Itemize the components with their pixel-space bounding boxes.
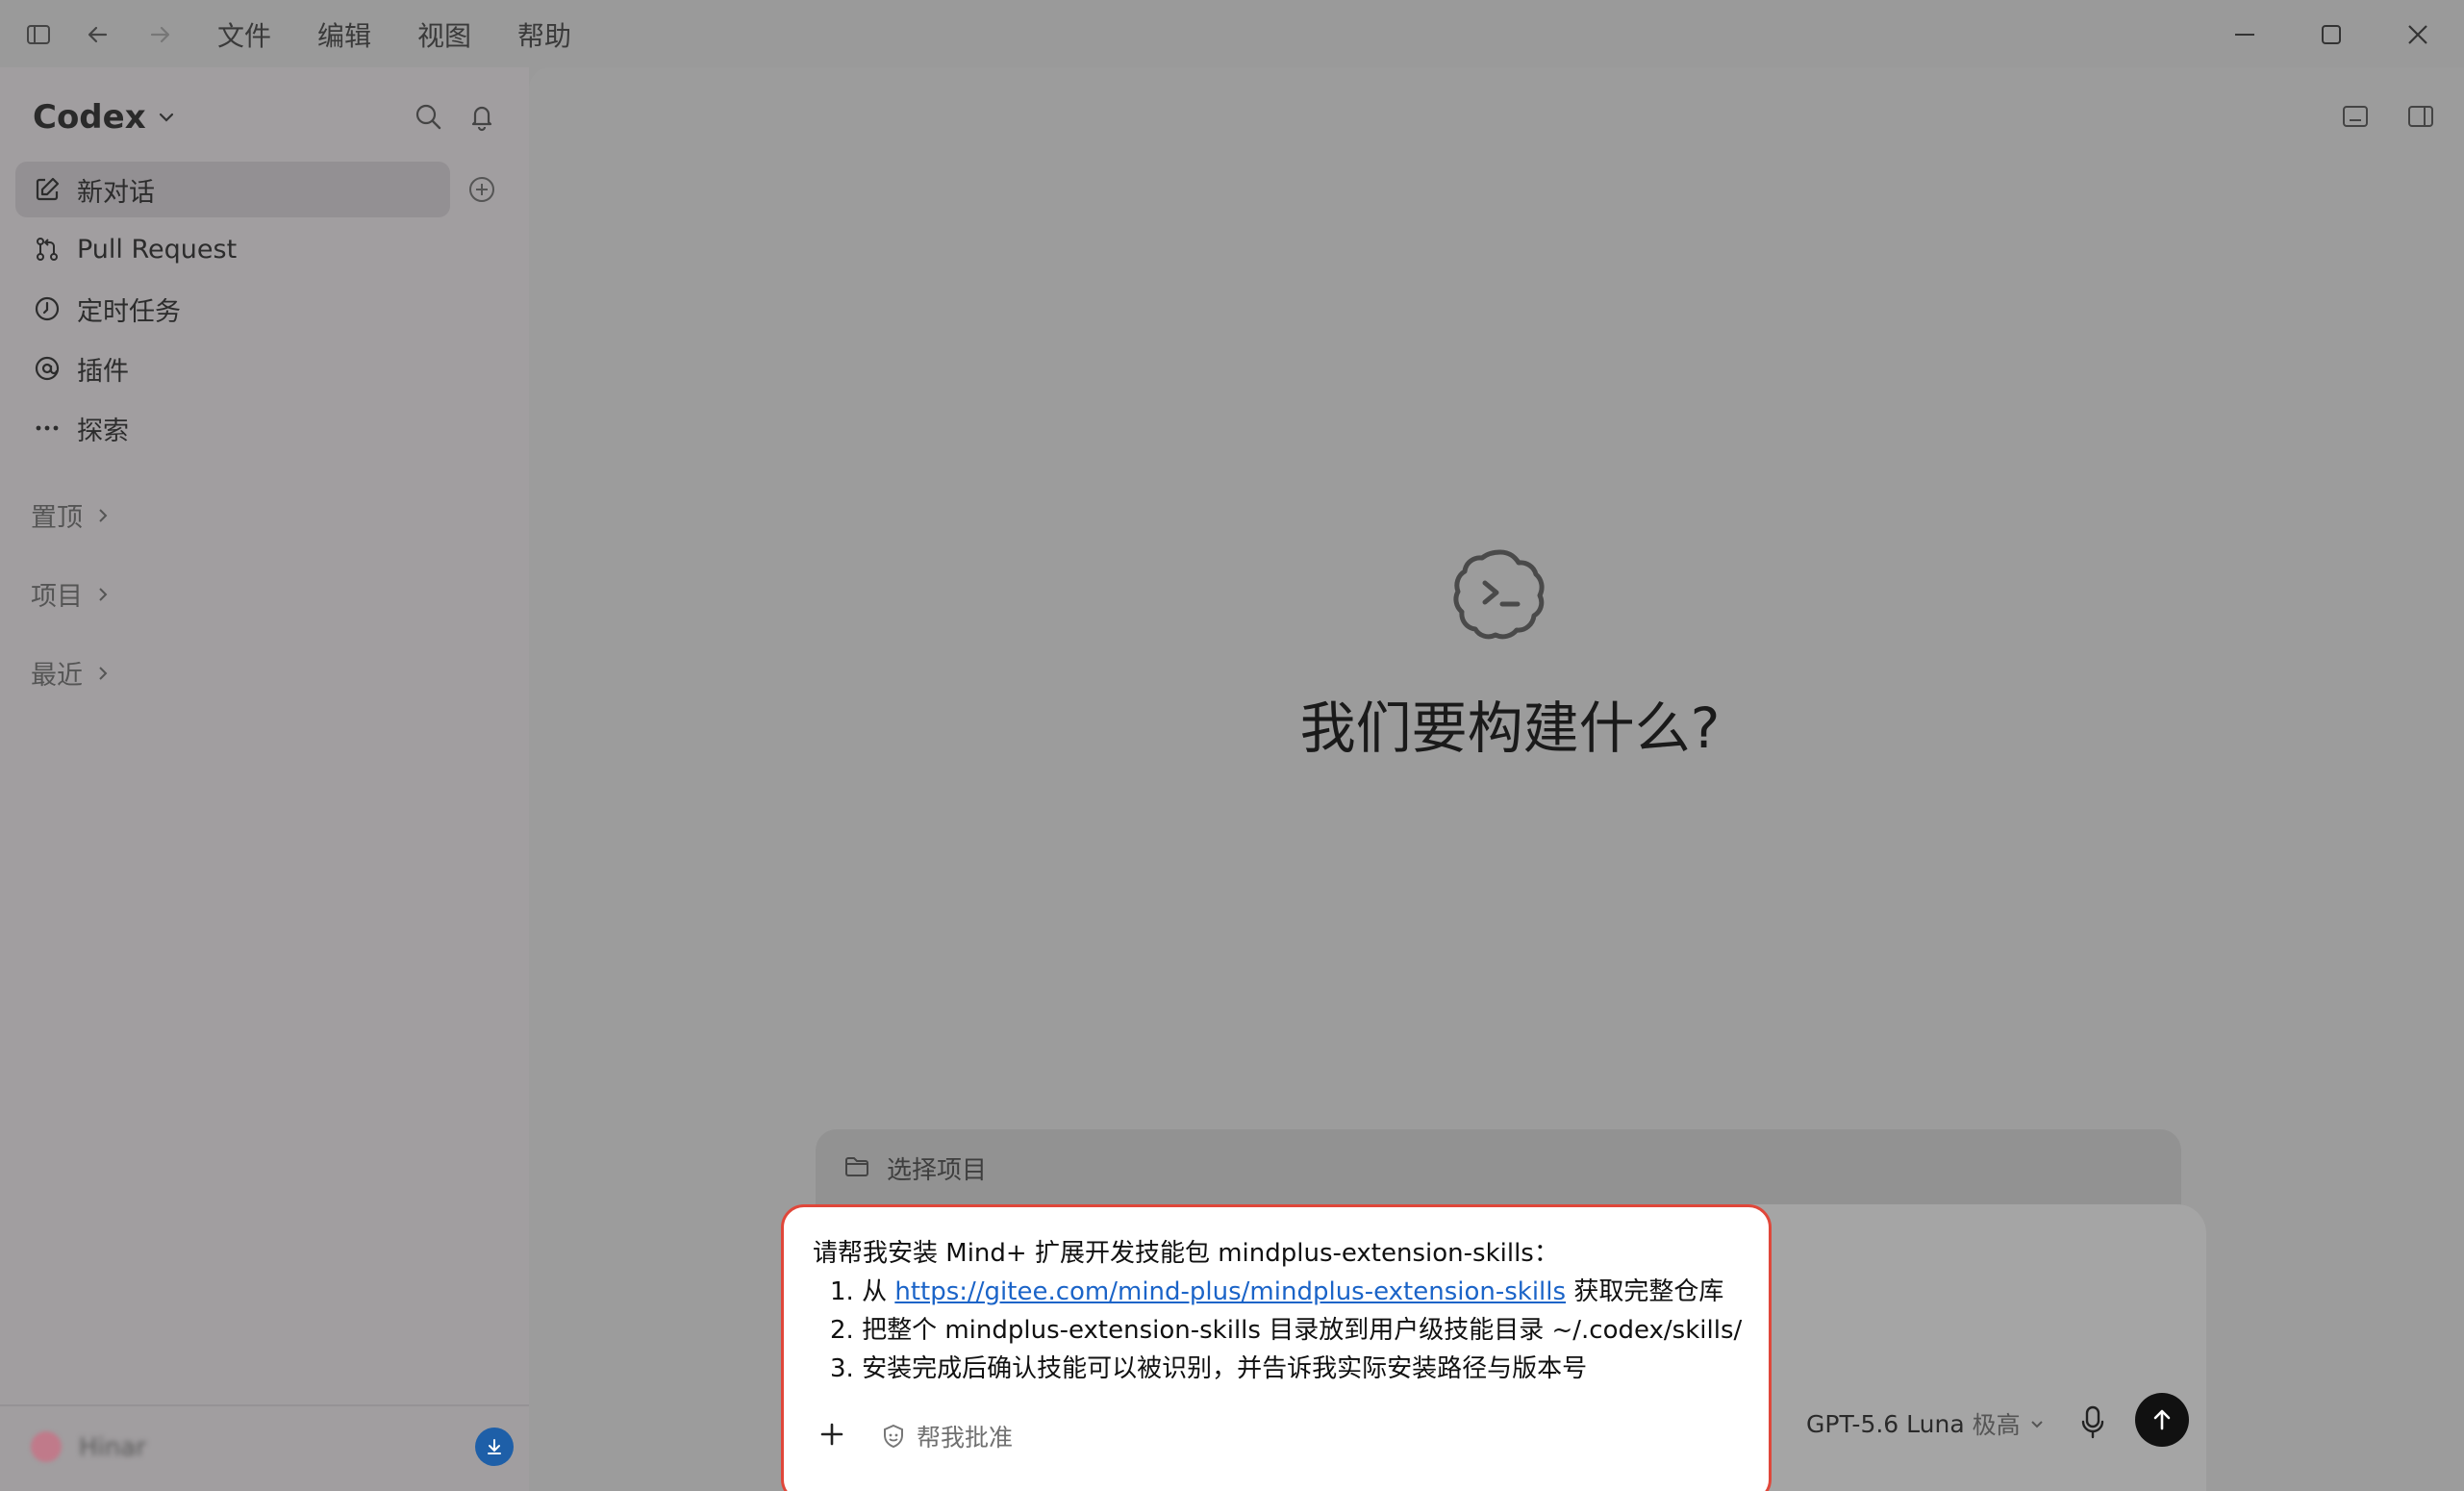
sidebar-item-plugins[interactable]: 插件 xyxy=(15,341,450,396)
chevron-down-icon xyxy=(159,113,173,122)
chevron-right-icon xyxy=(99,666,108,680)
more-dots-icon xyxy=(31,412,63,444)
maximize-icon[interactable] xyxy=(2314,17,2349,52)
repo-link[interactable]: https://gitee.com/mind-plus/mindplus-ext… xyxy=(894,1277,1566,1306)
menu-help[interactable]: 帮助 xyxy=(517,15,571,54)
sidebar-item-label: 新对话 xyxy=(77,177,155,208)
prompt-list-item: 1. 从 https://gitee.com/mind-plus/mindplu… xyxy=(813,1273,1742,1311)
menu-edit[interactable]: 编辑 xyxy=(317,15,371,54)
forward-arrow-icon[interactable] xyxy=(144,19,175,50)
sidebar-item-new-chat[interactable]: 新对话 xyxy=(15,162,450,217)
git-pull-request-icon xyxy=(31,233,63,265)
bell-icon[interactable] xyxy=(465,100,498,133)
sidebar-item-label: 插件 xyxy=(77,356,129,387)
sidebar-item-label: Pull Request xyxy=(77,234,238,265)
sidebar-item-label: 探索 xyxy=(77,416,129,446)
attach-plus-icon[interactable] xyxy=(817,1419,847,1450)
codex-logo-icon xyxy=(1450,543,1550,643)
project-picker[interactable]: 选择项目 xyxy=(816,1129,2181,1206)
prompt-text: 请帮我安装 Mind+ 扩展开发技能包 mindplus-extension-s… xyxy=(813,1234,1742,1388)
chevron-right-icon xyxy=(99,508,108,522)
project-picker-label: 选择项目 xyxy=(887,1155,988,1185)
clock-icon xyxy=(31,292,63,325)
model-selector[interactable]: GPT-5.6 Luna 极高 xyxy=(1806,1406,2046,1441)
search-icon[interactable] xyxy=(412,100,444,133)
download-update-button[interactable] xyxy=(475,1428,514,1466)
title-bar: 文件 编辑 视图 帮助 xyxy=(0,0,2464,67)
edit-icon xyxy=(31,173,63,206)
menu-file[interactable]: 文件 xyxy=(217,15,271,54)
menu-view[interactable]: 视图 xyxy=(417,15,471,54)
prompt-item-prefix: 1. 从 xyxy=(830,1277,895,1306)
send-button[interactable] xyxy=(2135,1393,2189,1447)
app-window: 文件 编辑 视图 帮助 Codex 新对话 Pull Request 定时任务 … xyxy=(0,0,2464,1491)
workspace-switcher[interactable]: Codex xyxy=(33,98,177,137)
sidebar-item-scheduled-tasks[interactable]: 定时任务 xyxy=(15,281,450,337)
auto-approve-toggle[interactable]: 帮我批准 xyxy=(880,1419,1013,1453)
user-name[interactable]: Hinar xyxy=(79,1433,146,1462)
section-label: 置顶 xyxy=(31,503,83,533)
section-recent[interactable]: 最近 xyxy=(31,654,112,692)
section-label: 项目 xyxy=(31,582,83,612)
download-icon xyxy=(488,1439,501,1454)
sidebar-toggle-icon[interactable] xyxy=(23,19,54,50)
chevron-right-icon xyxy=(99,587,108,601)
shield-icon xyxy=(884,1424,903,1449)
main-panel: 我们要构建什么? 选择项目 请帮我安装 Mind+ 扩展开发技能包 mindpl… xyxy=(529,67,2464,1491)
section-label: 最近 xyxy=(31,661,83,691)
right-panel-toggle-icon[interactable] xyxy=(2404,100,2437,133)
back-arrow-icon[interactable] xyxy=(83,19,113,50)
prompt-line: 请帮我安装 Mind+ 扩展开发技能包 mindplus-extension-s… xyxy=(813,1239,1559,1268)
model-level: 极高 xyxy=(1972,1411,2021,1439)
minimize-icon[interactable] xyxy=(2227,17,2262,52)
page-title: 我们要构建什么? xyxy=(1299,695,1721,761)
terminal-panel-icon[interactable] xyxy=(2339,100,2372,133)
prompt-input[interactable]: 请帮我安装 Mind+ 扩展开发技能包 mindplus-extension-s… xyxy=(781,1204,1772,1491)
microphone-icon[interactable] xyxy=(2075,1403,2110,1441)
add-circle-icon[interactable] xyxy=(465,173,498,206)
sidebar-item-explore[interactable]: 探索 xyxy=(15,400,450,456)
chevron-down-icon xyxy=(2030,1421,2043,1428)
folder-icon xyxy=(842,1152,873,1183)
arrow-up-icon xyxy=(2153,1409,2171,1430)
prompt-item-suffix: 获取完整仓库 xyxy=(1566,1277,1724,1306)
sidebar-item-pull-request[interactable]: Pull Request xyxy=(15,221,450,277)
avatar[interactable] xyxy=(31,1431,62,1462)
brand-title: Codex xyxy=(33,98,146,137)
at-sign-icon xyxy=(31,352,63,385)
close-icon[interactable] xyxy=(2401,17,2435,52)
prompt-list-item: 2. 把整个 mindplus-extension-skills 目录放到用户级… xyxy=(830,1316,1743,1345)
sidebar-item-label: 定时任务 xyxy=(77,296,181,327)
section-projects[interactable]: 项目 xyxy=(31,575,112,613)
approve-label: 帮我批准 xyxy=(917,1424,1014,1452)
model-name: GPT-5.6 Luna xyxy=(1806,1409,1965,1438)
prompt-list-item: 3. 安装完成后确认技能可以被识别，并告诉我实际安装路径与版本号 xyxy=(830,1354,1588,1383)
sidebar: Codex 新对话 Pull Request 定时任务 插件 探索 置顶 项目 … xyxy=(0,67,529,1491)
section-pinned[interactable]: 置顶 xyxy=(31,496,112,534)
